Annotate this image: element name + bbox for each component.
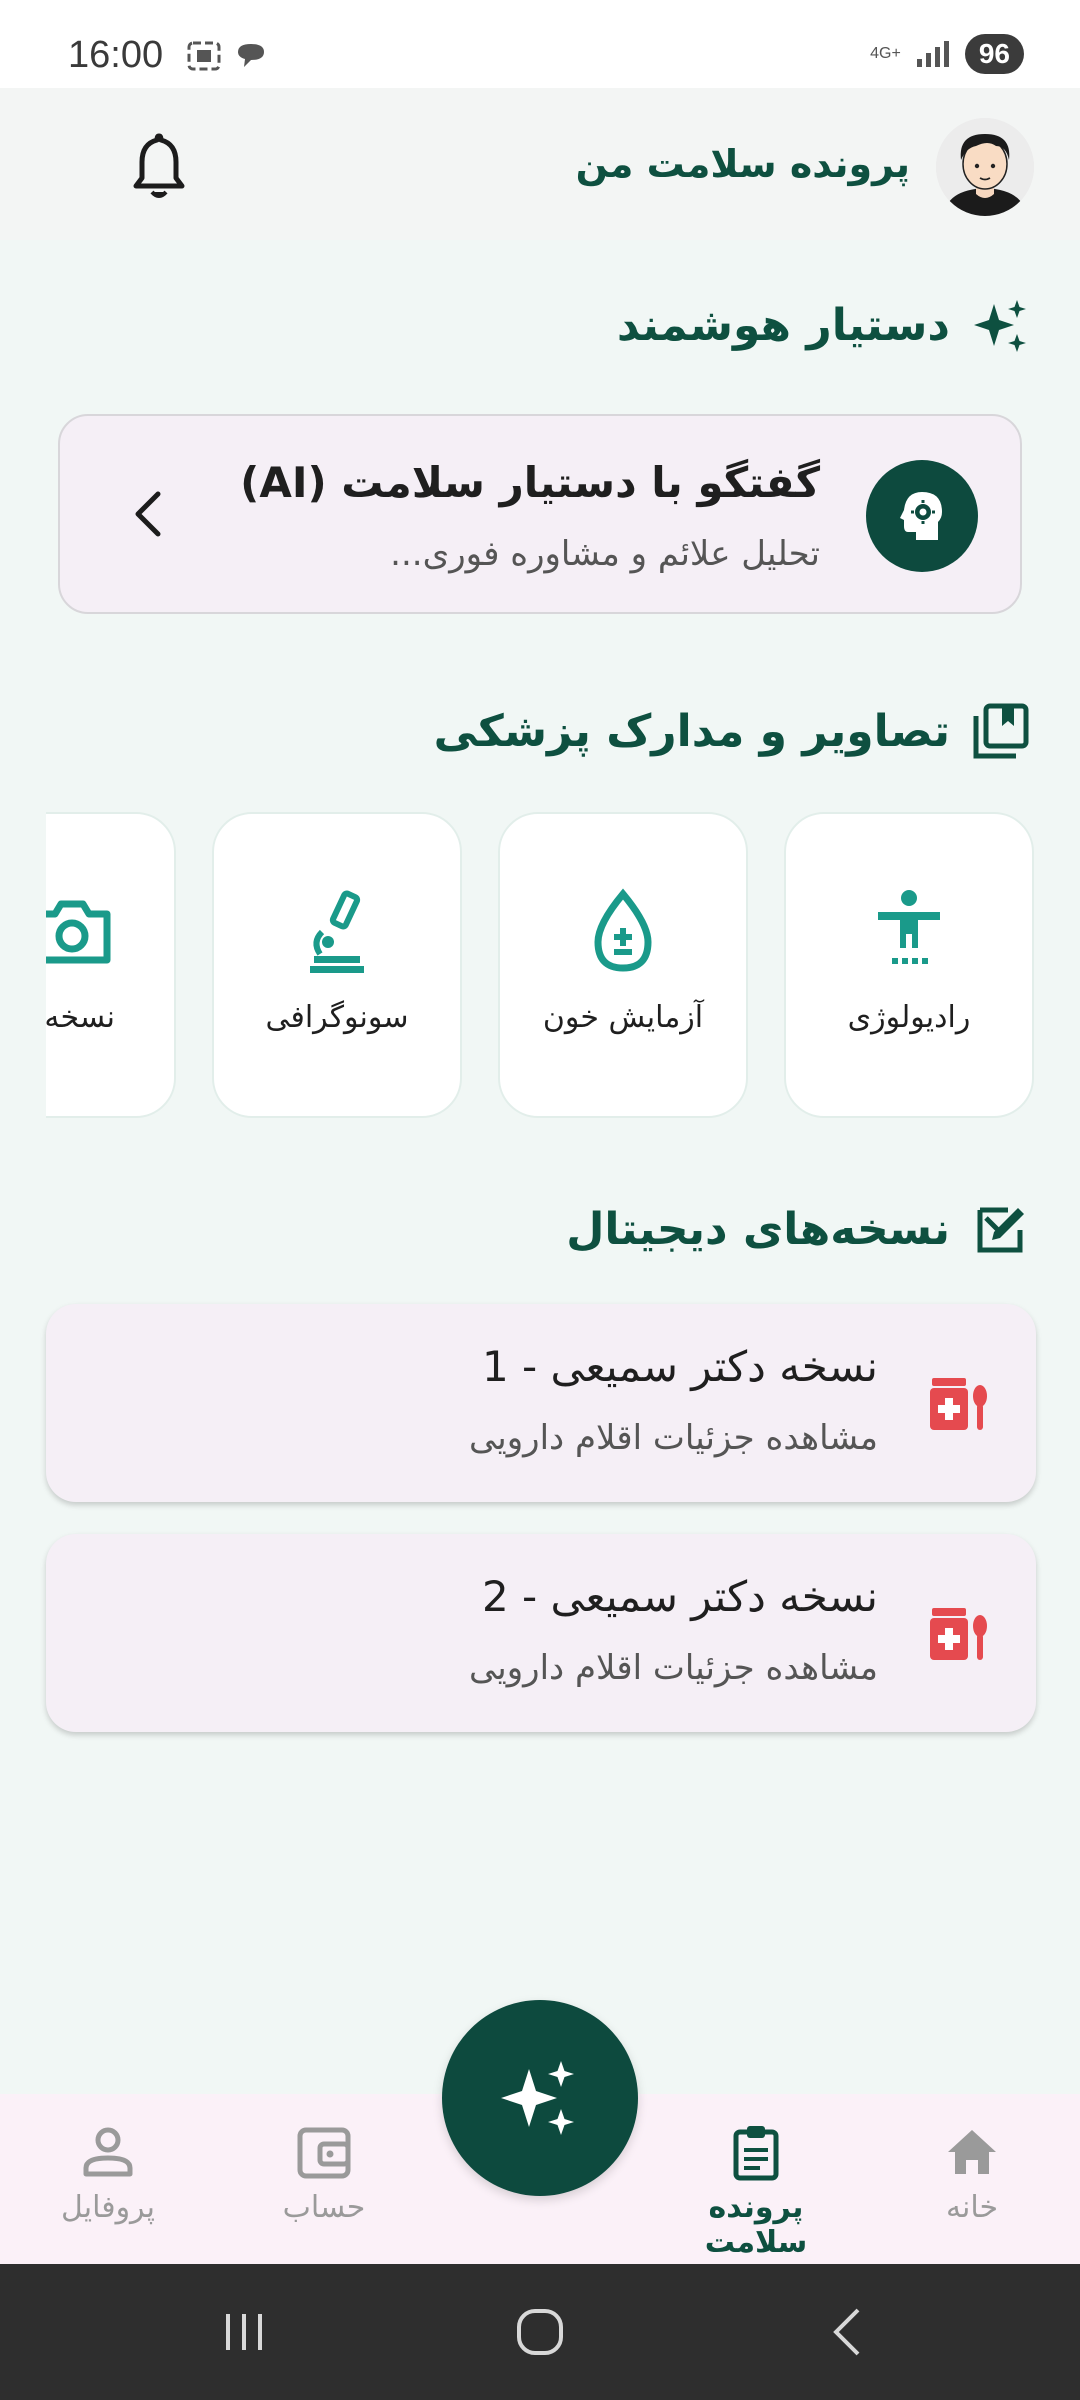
person-icon [83,2127,133,2177]
sparkle-icon [974,300,1026,352]
nav-label: پروفایل [61,2190,155,2225]
status-time: 16:00 [68,34,164,76]
recent-apps-icon[interactable] [216,2304,272,2360]
nav-item-profile[interactable]: پروفایل [8,2122,208,2225]
edit-note-icon [977,1207,1024,1253]
nav-label: پرونده سلامت [704,2190,808,2260]
blood-drop-icon [594,888,652,972]
nav-item-account[interactable]: حساب [224,2122,424,2225]
assistant-section-title: دستیار هوشمند [616,299,950,351]
documents-section-header: تصاویر و مدارک پزشکی [434,702,1030,760]
ai-fab-button[interactable] [442,2000,638,2196]
home-icon [948,2130,996,2174]
doc-card-prescription-photo[interactable]: نسخه ک [46,812,176,1118]
doc-card-sonography[interactable]: سونوگرافی [212,812,462,1118]
status-right-icons: 4G+ 96 [870,34,1024,74]
doc-card-blood-test[interactable]: آزمایش خون [498,812,748,1118]
library-book-icon [973,703,1029,759]
prescription-card[interactable]: نسخه دکتر سمیعی - 1 مشاهده جزئیات اقلام … [46,1304,1036,1502]
doc-card-label: آزمایش خون [542,1000,704,1035]
head-gear-icon [900,492,942,540]
clipboard-icon [733,2126,779,2181]
documents-section-title: تصاویر و مدارک پزشکی [433,705,950,757]
prescription-card[interactable]: نسخه دکتر سمیعی - 2 مشاهده جزئیات اقلام … [46,1534,1036,1732]
nav-item-health-record[interactable]: پرونده سلامت [656,2122,856,2260]
battery-indicator: 96 [964,34,1024,74]
prescription-title: نسخه دکتر سمیعی - 1 [481,1342,878,1391]
chat-bubble-icon [238,44,264,67]
status-bar: 16:00 4G+ 96 [0,0,1080,88]
prescription-subtitle: مشاهده جزئیات اقلام دارویی [468,1648,878,1688]
wallet-icon [297,2127,351,2179]
prescription-title: نسخه دکتر سمیعی - 2 [481,1572,878,1621]
status-notification-icons [186,40,268,72]
doc-card-label: سونوگرافی [265,1000,409,1035]
sparkle-icon [501,2061,574,2135]
ai-icon-container [866,460,978,572]
signal-icon [916,41,949,67]
documents-carousel[interactable]: رادیولوژی آزمایش خون سونوگرافی نسخه ک [46,812,1080,1122]
back-icon[interactable] [820,2304,876,2360]
ai-card-subtitle: تحلیل علائم و مشاوره فوری... [390,534,820,574]
page-title: پرونده سلامت من [575,142,910,186]
prescriptions-section-header: نسخه‌های دیجیتال [566,1200,1030,1258]
camera-icon [46,900,111,964]
app-bar: پرونده سلامت من [0,88,1080,240]
screenshot-icon [187,41,221,71]
doc-card-radiology[interactable]: رادیولوژی [784,812,1034,1118]
body-scan-icon [878,890,940,964]
medication-icon [930,1378,987,1430]
prescriptions-section-title: نسخه‌های دیجیتال [566,1203,950,1255]
system-navigation-bar [0,2264,1080,2400]
prescription-subtitle: مشاهده جزئیات اقلام دارویی [468,1418,878,1458]
nav-label: خانه [945,2190,999,2225]
doc-card-label: نسخه ک [46,1000,115,1035]
ai-assistant-card[interactable]: گفتگو با دستیار سلامت (AI) تحلیل علائم و… [58,414,1022,614]
assistant-section-header: دستیار هوشمند [617,296,1030,354]
home-button-icon[interactable] [512,2304,568,2360]
ai-card-title: گفتگو با دستیار سلامت (AI) [240,458,820,507]
network-type-label: 4G+ [870,45,901,62]
doc-card-label: رادیولوژی [847,1000,971,1035]
nav-label: حساب [282,2190,366,2225]
medication-icon [930,1608,987,1660]
microscope-icon [310,890,364,973]
bell-icon[interactable] [128,130,190,202]
chevron-left-icon [135,491,161,537]
nav-item-home[interactable]: خانه [872,2122,1072,2225]
user-avatar-icon[interactable] [936,118,1034,216]
